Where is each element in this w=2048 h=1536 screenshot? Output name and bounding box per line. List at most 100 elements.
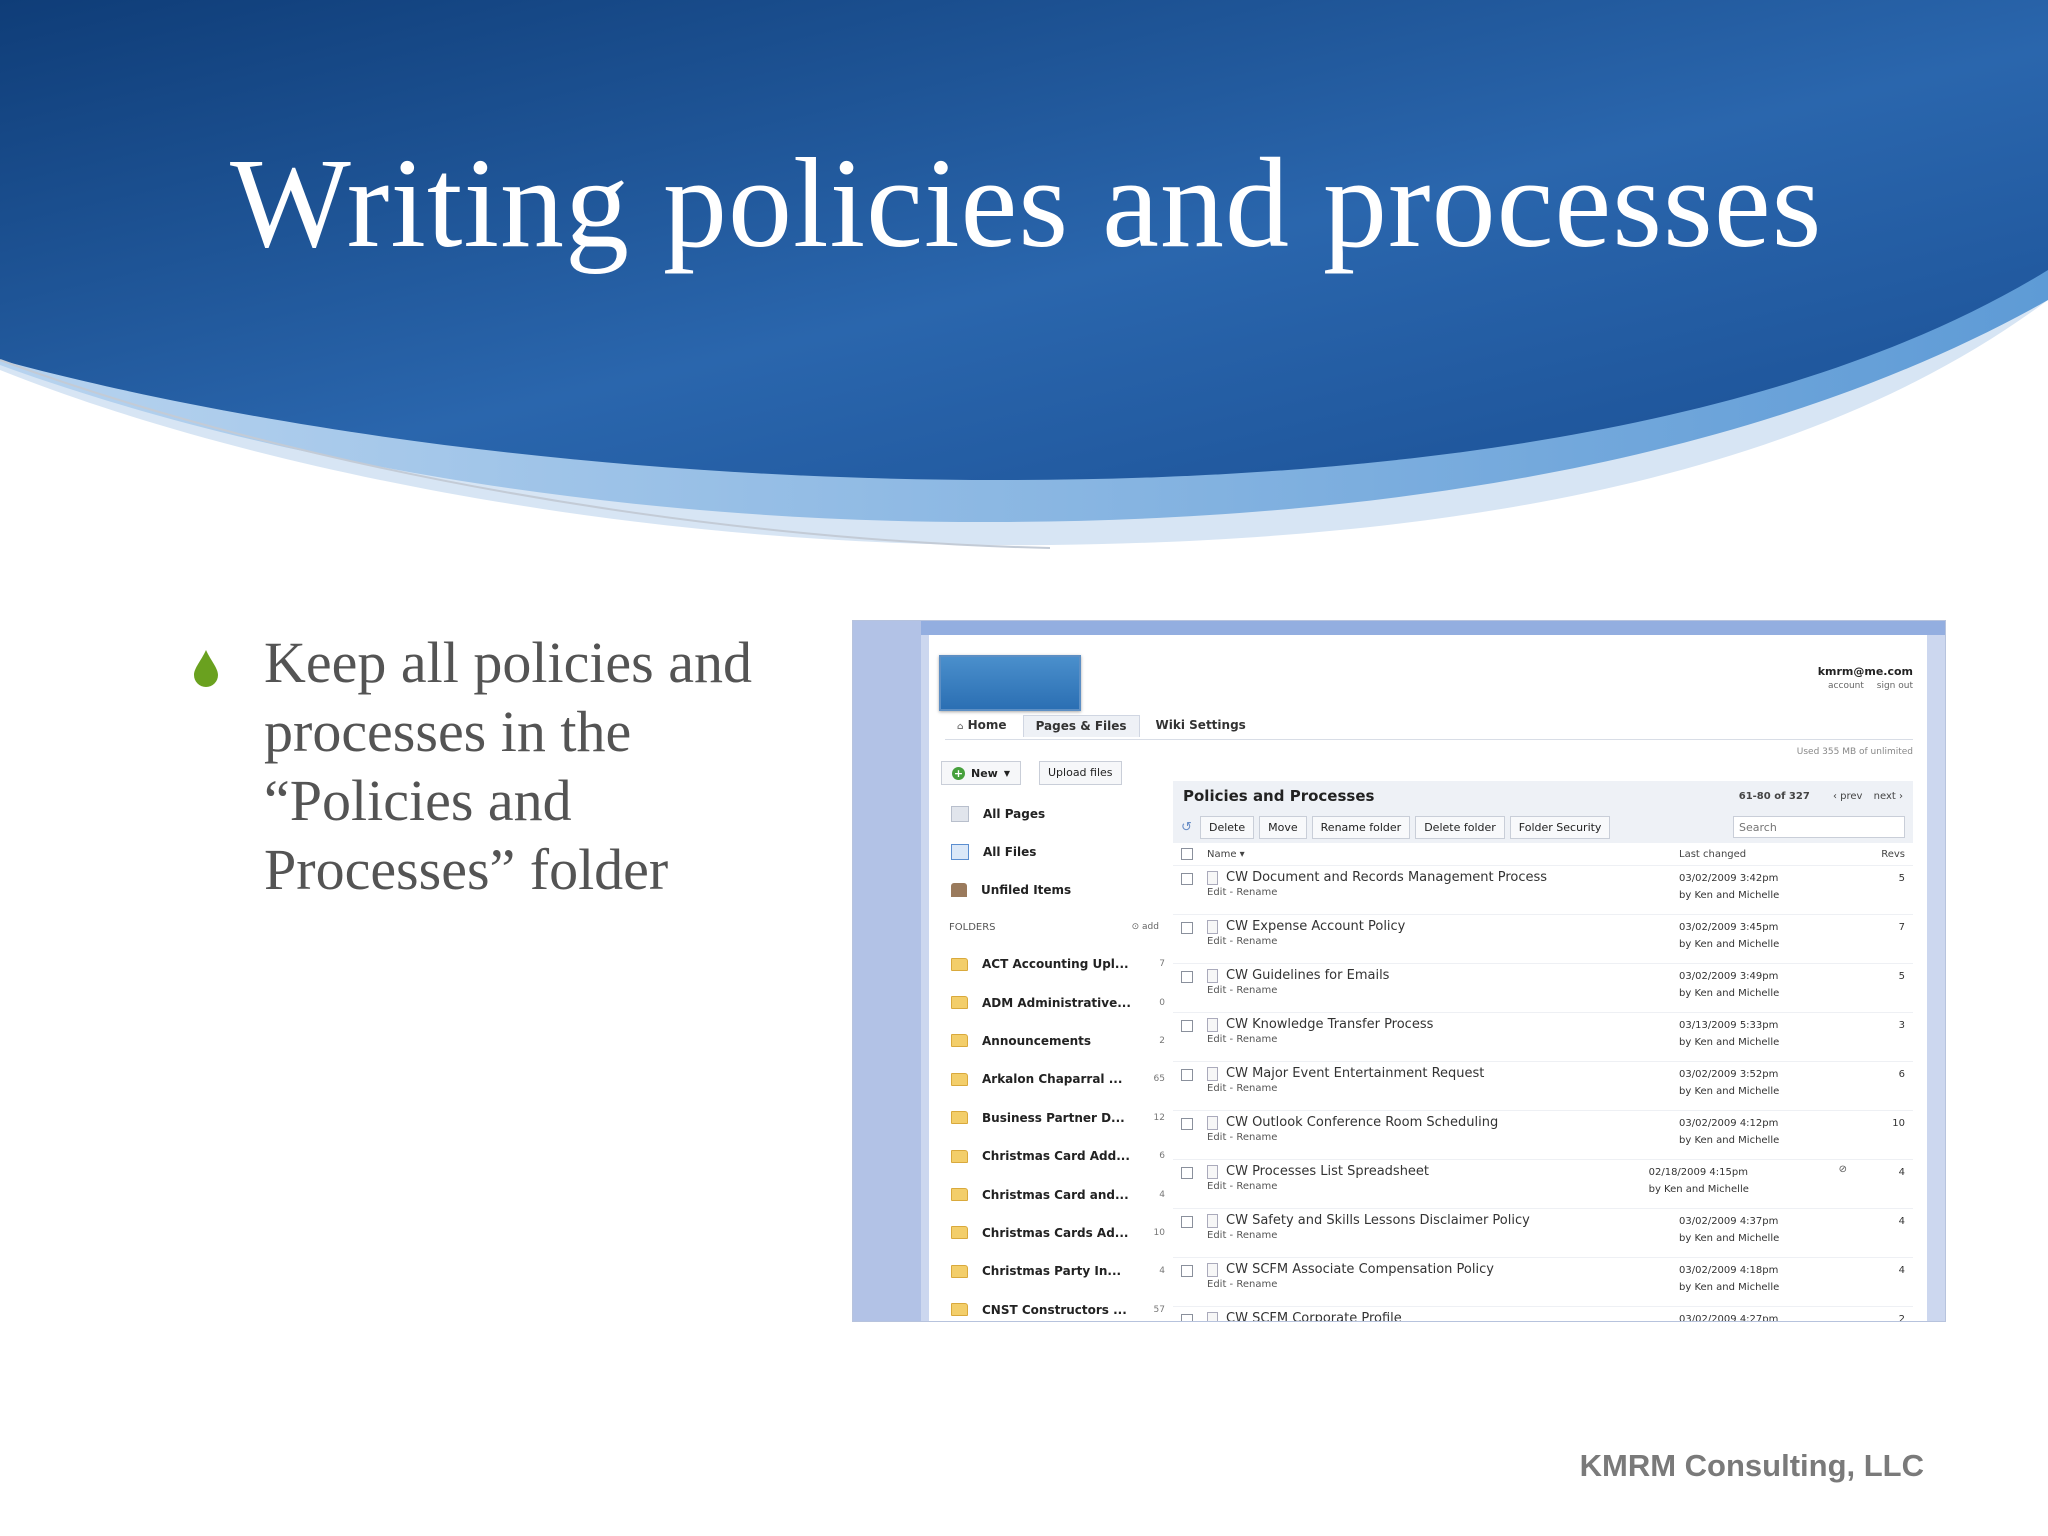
row-actions[interactable]: Edit - Rename (1207, 1279, 1679, 1290)
files-icon (951, 844, 969, 860)
search-input[interactable] (1733, 816, 1905, 838)
row-actions[interactable]: Edit - Rename (1207, 936, 1679, 947)
add-folder-link[interactable]: ⊙ add (1132, 922, 1159, 932)
move-button[interactable]: Move (1259, 815, 1307, 839)
row-name-cell: CW Expense Account Policy Edit - Rename (1207, 919, 1679, 947)
embedded-screenshot: kmrm@me.com account sign out ⌂ Home Page… (852, 620, 1946, 1322)
file-list: CW Document and Records Management Proce… (1173, 865, 1913, 1322)
row-title: CW Document and Records Management Proce… (1226, 870, 1548, 885)
new-button[interactable]: + New ▼ (941, 761, 1021, 785)
row-title: CW Safety and Skills Lessons Disclaimer … (1226, 1213, 1530, 1228)
sidebar-folder-item[interactable]: Announcements 2 (943, 1022, 1165, 1060)
prev-link[interactable]: ‹ prev (1833, 791, 1863, 802)
sidebar-folder-item[interactable]: Christmas Card and... 4 (943, 1175, 1165, 1213)
row-checkbox[interactable] (1181, 1020, 1193, 1032)
row-checkbox[interactable] (1181, 873, 1193, 885)
row-checkbox[interactable] (1181, 971, 1193, 983)
row-title-link[interactable]: CW Safety and Skills Lessons Disclaimer … (1207, 1213, 1679, 1228)
delete-button[interactable]: Delete (1200, 815, 1255, 839)
home-icon: ⌂ (957, 722, 964, 732)
table-row: CW Knowledge Transfer Process Edit - Rena… (1173, 1012, 1913, 1061)
row-author: by Ken and Michelle (1679, 1233, 1780, 1244)
row-date: 03/02/2009 4:37pm (1679, 1216, 1779, 1227)
row-title-link[interactable]: CW Knowledge Transfer Process (1207, 1017, 1679, 1032)
row-actions[interactable]: Edit - Rename (1207, 887, 1679, 898)
row-actions[interactable]: Edit - Rename (1207, 985, 1679, 996)
row-title-link[interactable]: CW Guidelines for Emails (1207, 968, 1679, 983)
sidebar-item-all-pages[interactable]: All Pages (943, 795, 1165, 833)
row-revs: 2 (1898, 1314, 1905, 1322)
sidebar-item-all-files[interactable]: All Files (943, 833, 1165, 871)
name-column-header[interactable]: Name ▾ (1207, 849, 1679, 860)
document-icon (1207, 1066, 1218, 1081)
row-actions[interactable]: Edit - Rename (1207, 1034, 1679, 1045)
row-checkbox[interactable] (1181, 1167, 1193, 1179)
row-actions[interactable]: Edit - Rename (1207, 1230, 1679, 1241)
sidebar-folder-item[interactable]: ACT Accounting Upl... 7 (943, 945, 1165, 983)
folder-count: 57 (1153, 1304, 1165, 1315)
table-row: CW Processes List Spreadsheet Edit - Rena… (1173, 1159, 1913, 1208)
sign-out-link[interactable]: sign out (1877, 681, 1913, 691)
rename-folder-button[interactable]: Rename folder (1311, 815, 1411, 839)
tab-pages-files[interactable]: Pages & Files (1022, 715, 1140, 737)
sidebar-folder-item[interactable]: Arkalon Chaparral ... 65 (943, 1060, 1165, 1098)
row-title-link[interactable]: CW Processes List Spreadsheet (1207, 1164, 1649, 1179)
folder-title: Policies and Processes (1183, 787, 1375, 805)
next-link[interactable]: next › (1874, 791, 1903, 802)
last-changed-column-header[interactable]: Last changed (1679, 849, 1869, 860)
row-checkbox[interactable] (1181, 1216, 1193, 1228)
row-title-link[interactable]: CW Document and Records Management Proce… (1207, 870, 1679, 885)
tab-wiki-settings[interactable]: Wiki Settings (1144, 715, 1258, 737)
row-actions[interactable]: Edit - Rename (1207, 1132, 1679, 1143)
row-revs: 6 (1898, 1069, 1905, 1080)
folder-security-button[interactable]: Folder Security (1509, 815, 1611, 839)
row-actions[interactable]: Edit - Rename (1207, 1083, 1679, 1094)
tab-home[interactable]: ⌂ Home (945, 715, 1019, 737)
upload-files-button[interactable]: Upload files (1039, 761, 1122, 785)
account-link[interactable]: account (1828, 681, 1864, 691)
row-title-link[interactable]: CW Major Event Entertainment Request (1207, 1066, 1679, 1081)
page-range: 61-80 of 327 (1738, 790, 1810, 802)
select-all-checkbox[interactable] (1181, 848, 1193, 860)
row-date-cell: 03/02/2009 3:52pm by Ken and Michelle (1679, 1066, 1869, 1100)
main-header: Policies and Processes 61-80 of 327 ‹ pr… (1173, 781, 1913, 811)
row-checkbox[interactable] (1181, 1314, 1193, 1321)
sidebar-folder-item[interactable]: Business Partner D... 12 (943, 1099, 1165, 1137)
folder-count: 7 (1159, 959, 1165, 970)
table-header: Name ▾ Last changed Revs (1173, 843, 1913, 865)
folder-name: Christmas Card and... (982, 1187, 1129, 1202)
row-date: 03/02/2009 3:45pm (1679, 922, 1779, 933)
sidebar-folder-item[interactable]: CNST Constructors ... 57 (943, 1291, 1165, 1321)
row-checkbox[interactable] (1181, 1069, 1193, 1081)
table-row: CW Major Event Entertainment Request Edit… (1173, 1061, 1913, 1110)
row-title-link[interactable]: CW Outlook Conference Room Scheduling (1207, 1115, 1679, 1130)
wiki-logo[interactable] (939, 655, 1081, 711)
row-title-link[interactable]: CW Expense Account Policy (1207, 919, 1679, 934)
row-checkbox[interactable] (1181, 1265, 1193, 1277)
row-title: CW Major Event Entertainment Request (1226, 1066, 1485, 1081)
folder-icon (951, 1034, 968, 1048)
header-background (0, 0, 2048, 549)
row-title-link[interactable]: CW SCFM Associate Compensation Policy (1207, 1262, 1679, 1277)
row-date: 03/02/2009 3:49pm (1679, 971, 1779, 982)
row-checkbox[interactable] (1181, 1118, 1193, 1130)
row-title-link[interactable]: CW SCFM Corporate Profile (1207, 1311, 1679, 1321)
sidebar-folder-item[interactable]: Christmas Cards Ad... 10 (943, 1214, 1165, 1252)
refresh-icon[interactable]: ↺ (1181, 820, 1195, 835)
document-icon (1207, 870, 1218, 885)
folder-name: CNST Constructors ... (982, 1302, 1127, 1317)
footer-company: KMRM Consulting, LLC (1579, 1448, 1924, 1483)
folder-name: Arkalon Chaparral ... (982, 1072, 1123, 1087)
revs-column-header[interactable]: Revs (1869, 849, 1905, 860)
sidebar-item-unfiled-items[interactable]: Unfiled Items (943, 871, 1165, 909)
folder-icon (951, 1149, 968, 1163)
row-checkbox[interactable] (1181, 922, 1193, 934)
row-date-cell: 03/02/2009 4:27pmby Ken and Michelle (1679, 1311, 1869, 1321)
row-actions[interactable]: Edit - Rename (1207, 1181, 1649, 1192)
sidebar-folder-item[interactable]: Christmas Party In... 4 (943, 1252, 1165, 1290)
delete-folder-button[interactable]: Delete folder (1415, 815, 1505, 839)
folder-name: ACT Accounting Upl... (982, 957, 1129, 972)
wiki-app: kmrm@me.com account sign out ⌂ Home Page… (929, 635, 1927, 1321)
sidebar-folder-item[interactable]: Christmas Card Add... 6 (943, 1137, 1165, 1175)
sidebar-folder-item[interactable]: ADM Administrative... 0 (943, 983, 1165, 1021)
